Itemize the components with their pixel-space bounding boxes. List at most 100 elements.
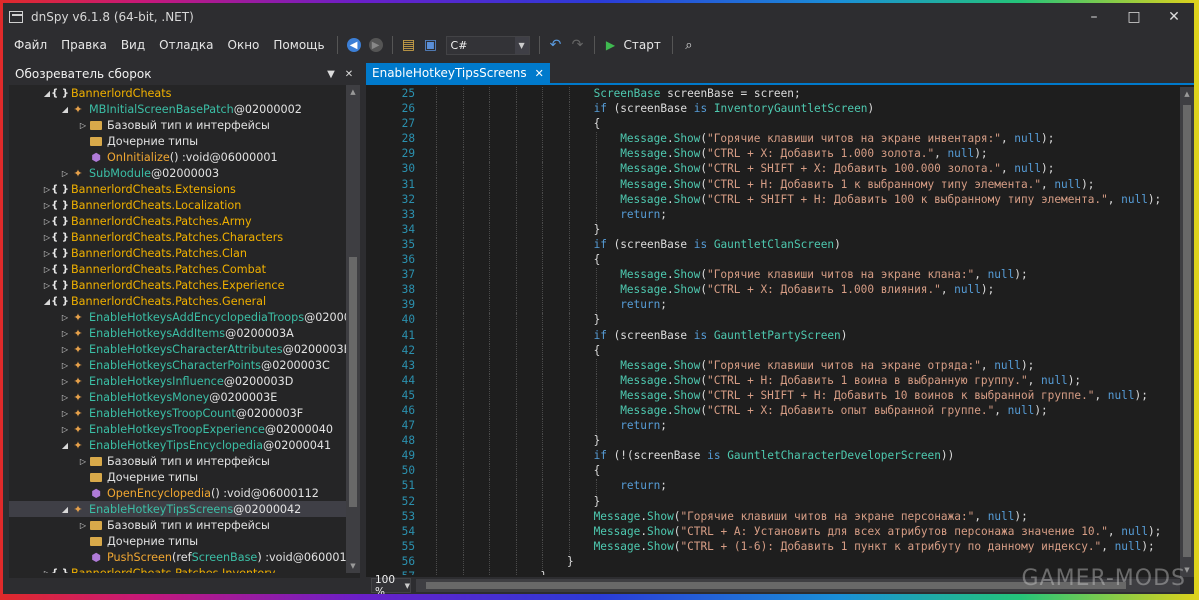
tree-item[interactable]: ▷ Базовый тип и интерфейсы <box>9 517 346 533</box>
tree-item[interactable]: ▷{ } BannerlordCheats.Patches.Experience <box>9 277 346 293</box>
collapsed-triangle-icon[interactable]: ▷ <box>59 169 71 178</box>
tree-item[interactable]: ▷ ✦ EnableHotkeysInfluence @0200003D <box>9 373 346 389</box>
tree-item[interactable]: Дочерние типы <box>9 469 346 485</box>
start-button[interactable]: ▶ <box>600 34 622 56</box>
panel-close-icon[interactable]: ✕ <box>342 69 356 80</box>
collapsed-triangle-icon[interactable]: ▷ <box>59 329 71 338</box>
app-icon[interactable] <box>9 10 23 23</box>
code-line[interactable]: 28 Message.Show("Горячие клавиши читов на… <box>366 132 1180 148</box>
tree-item[interactable]: ▷{ } BannerlordCheats.Patches.Clan <box>9 245 346 261</box>
tree-item[interactable]: ▷ ✦ EnableHotkeysTroopCount @0200003F <box>9 405 346 421</box>
scroll-thumb[interactable] <box>1183 105 1191 557</box>
search-button[interactable]: ⌕ <box>678 34 700 56</box>
code-line[interactable]: 50 { <box>366 464 1180 480</box>
code-line[interactable]: 32 Message.Show("CTRL + SHIFT + H: Добави… <box>366 192 1180 208</box>
tab-enablehotkeytipsscreens[interactable]: EnableHotkeyTipsScreens ✕ <box>366 63 550 83</box>
tree-item[interactable]: ▷ Базовый тип и интерфейсы <box>9 117 346 133</box>
save-all-button[interactable]: ▣ <box>420 34 442 56</box>
collapsed-triangle-icon[interactable]: ▷ <box>59 361 71 370</box>
zoom-select[interactable]: 100 % ▼ <box>371 574 411 594</box>
code-line[interactable]: 39 return; <box>366 298 1180 314</box>
code-line[interactable]: 25 ScreenBase screenBase = screen; <box>366 87 1180 103</box>
expanded-triangle-icon[interactable]: ◢ <box>59 105 71 114</box>
tree-item[interactable]: ▷{ } BannerlordCheats.Patches.Army <box>9 213 346 229</box>
code-line[interactable]: 47 return; <box>366 419 1180 435</box>
code-line[interactable]: 36 { <box>366 253 1180 269</box>
expanded-triangle-icon[interactable]: ◢ <box>59 505 71 514</box>
undo-button[interactable]: ↶ <box>545 34 567 56</box>
code-line[interactable]: 37 Message.Show("Горячие клавиши читов на… <box>366 268 1180 284</box>
code-line[interactable]: 43 Message.Show("Горячие клавиши читов на… <box>366 358 1180 374</box>
expanded-triangle-icon[interactable]: ◢ <box>59 441 71 450</box>
close-window-button[interactable]: ✕ <box>1154 3 1194 30</box>
code-line[interactable]: 51 return; <box>366 479 1180 495</box>
collapsed-triangle-icon[interactable]: ▷ <box>59 393 71 402</box>
open-button[interactable]: ▤ <box>398 34 420 56</box>
tree-item[interactable]: ⬢ OnInitialize() : void @06000001 <box>9 149 346 165</box>
redo-button[interactable]: ↷ <box>567 34 589 56</box>
close-tab-icon[interactable]: ✕ <box>535 67 544 80</box>
tree-item[interactable]: ▷{ } BannerlordCheats.Patches.Combat <box>9 261 346 277</box>
minimize-button[interactable]: – <box>1074 3 1114 30</box>
maximize-button[interactable]: □ <box>1114 3 1154 30</box>
collapsed-triangle-icon[interactable]: ▷ <box>77 457 89 466</box>
navigate-forward-button[interactable]: ▶ <box>365 34 387 56</box>
code-line[interactable]: 26 if (screenBase is InventoryGauntletScr… <box>366 102 1180 118</box>
code-line[interactable]: 45 Message.Show("CTRL + SHIFT + H: Добави… <box>366 388 1180 404</box>
collapsed-triangle-icon[interactable]: ▷ <box>59 425 71 434</box>
code-line[interactable]: 40} <box>366 313 1180 329</box>
code-line[interactable]: 54 Message.Show("CTRL + A: Установить для… <box>366 524 1180 540</box>
tree-item[interactable]: ▷ ✦ EnableHotkeysCharacterPoints @0200003C <box>9 357 346 373</box>
collapsed-triangle-icon[interactable]: ▷ <box>77 121 89 130</box>
menu-help[interactable]: Помощь <box>266 30 331 60</box>
start-label[interactable]: Старт <box>624 38 661 52</box>
collapsed-triangle-icon[interactable]: ▷ <box>77 521 89 530</box>
code-line[interactable]: 31 Message.Show("CTRL + H: Добавить 1 к в… <box>366 177 1180 193</box>
code-line[interactable]: 34} <box>366 222 1180 238</box>
code-line[interactable]: 42 { <box>366 343 1180 359</box>
collapsed-triangle-icon[interactable]: ▷ <box>59 409 71 418</box>
code-line[interactable]: 49 if (!(screenBase is GauntletCharacterD… <box>366 449 1180 465</box>
code-line[interactable]: 35 if (screenBase is GauntletClanScreen) <box>366 237 1180 254</box>
code-line[interactable]: 52} <box>366 494 1180 510</box>
menu-edit[interactable]: Правка <box>54 30 114 60</box>
code-vertical-scrollbar[interactable]: ▲ ▼ <box>1180 87 1194 577</box>
menu-view[interactable]: Вид <box>114 30 152 60</box>
scroll-up-icon[interactable]: ▲ <box>346 85 360 99</box>
scroll-thumb[interactable] <box>349 257 357 507</box>
tree-item[interactable]: ▷ Базовый тип и интерфейсы <box>9 453 346 469</box>
collapsed-triangle-icon[interactable]: ▷ <box>59 313 71 322</box>
tree-item[interactable]: ◢{ } BannerlordCheats.Patches.General <box>9 293 346 309</box>
code-line[interactable]: 53 Message.Show("Горячие клавиши читов на… <box>366 509 1180 525</box>
code-line[interactable]: 48} <box>366 434 1180 450</box>
tree-scrollbar[interactable]: ▲ ▼ <box>346 85 360 573</box>
code-line[interactable]: 30 Message.Show("CTRL + SHIFT + X: Добави… <box>366 162 1180 178</box>
tree-item[interactable]: ▷ ✦ SubModule @02000003 <box>9 165 346 181</box>
code-line[interactable]: 44 Message.Show("CTRL + H: Добавить 1 вои… <box>366 373 1180 389</box>
code-line[interactable]: 33 return; <box>366 207 1180 223</box>
tree-item[interactable]: ▷ ✦ EnableHotkeysAddItems @0200003A <box>9 325 346 341</box>
code-line[interactable]: 29 Message.Show("CTRL + X: Добавить 1.000… <box>366 147 1180 163</box>
code-line[interactable]: 38 Message.Show("CTRL + X: Добавить 1.000… <box>366 283 1180 299</box>
menu-file[interactable]: Файл <box>7 30 54 60</box>
scroll-up-icon[interactable]: ▲ <box>1180 87 1194 101</box>
tree-item[interactable]: Дочерние типы <box>9 133 346 149</box>
code-line[interactable]: 41 if (screenBase is GauntletPartyScreen) <box>366 328 1180 344</box>
tree-item[interactable]: ◢ ✦ EnableHotkeyTipsEncyclopedia @02000041 <box>9 437 346 453</box>
tree-item[interactable]: ▷ ✦ EnableHotkeysTroopExperience @02000040 <box>9 421 346 437</box>
collapsed-triangle-icon[interactable]: ▷ <box>59 377 71 386</box>
assembly-tree[interactable]: ◢{ } BannerlordCheats ◢ ✦ MBInitialScreenBas… <box>9 85 346 573</box>
code-line[interactable]: 46 Message.Show("CTRL + X: Добавить опыт … <box>366 403 1180 420</box>
language-select[interactable]: C# ▼ <box>445 35 530 55</box>
tree-item[interactable]: ▷ ✦ EnableHotkeysAddEncyclopediaTroops @02… <box>9 309 346 325</box>
code-line[interactable]: 55 Message.Show("CTRL + (1-6): Добавить 1… <box>366 539 1180 555</box>
tree-item[interactable]: ▷ ✦ EnableHotkeysCharacterAttributes @0200… <box>9 341 346 357</box>
tree-item[interactable]: ▷{ } BannerlordCheats.Localization <box>9 197 346 213</box>
tree-item[interactable]: ◢ ✦ MBInitialScreenBasePatch @02000002 <box>9 101 346 117</box>
tree-item[interactable]: ▷{ } BannerlordCheats.Extensions <box>9 181 346 197</box>
collapsed-triangle-icon[interactable]: ▷ <box>59 345 71 354</box>
tree-item[interactable]: ▷{ } BannerlordCheats.Patches.Inventory <box>9 565 346 574</box>
navigate-back-button[interactable]: ◀ <box>343 34 365 56</box>
tree-item[interactable]: ▷ ✦ EnableHotkeysMoney @0200003E <box>9 389 346 405</box>
tree-item[interactable]: ◢{ } BannerlordCheats <box>9 85 346 101</box>
